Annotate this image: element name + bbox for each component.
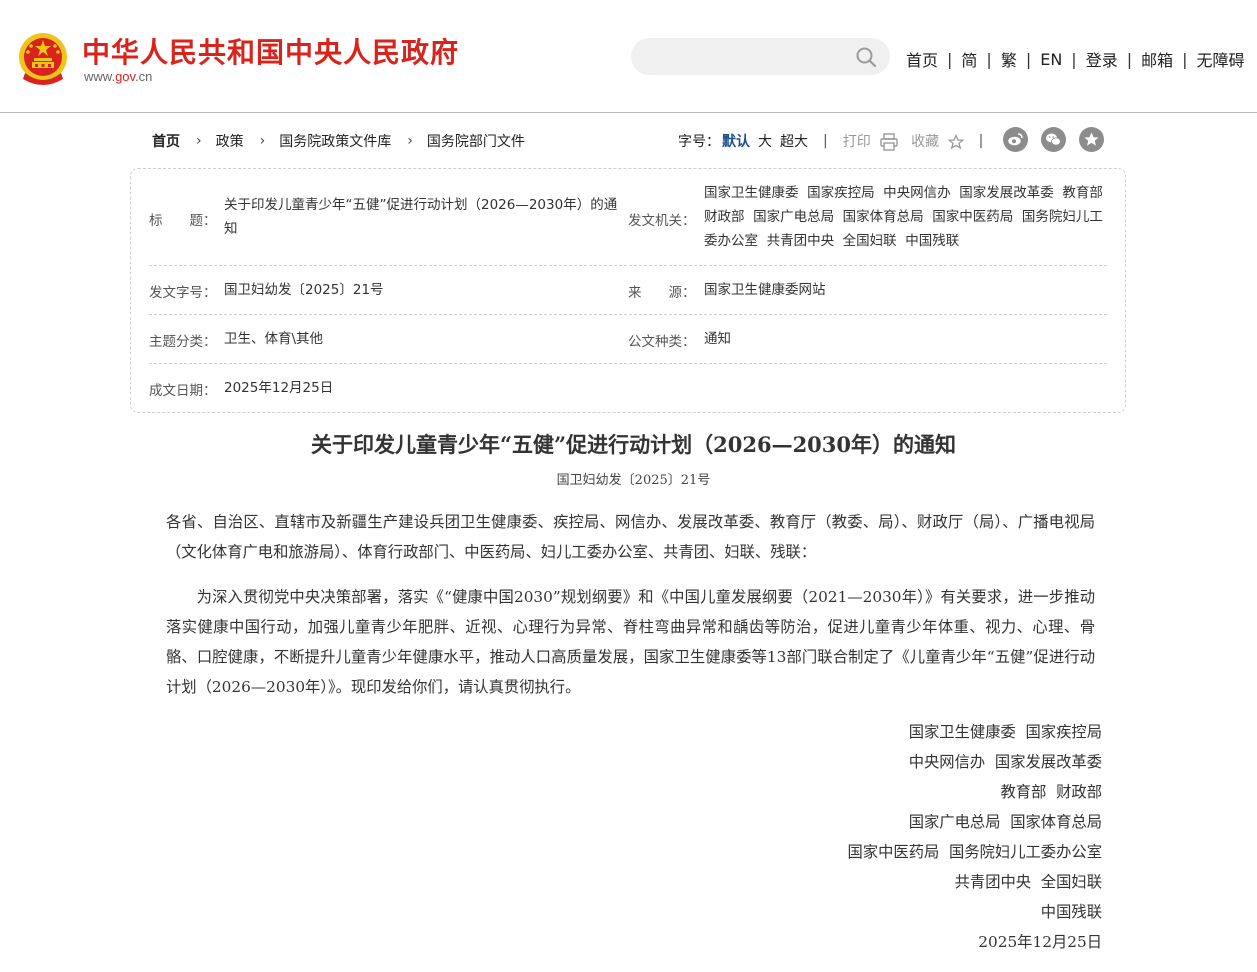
font-size-xlarge[interactable]: 超大 xyxy=(780,131,808,151)
title-value: 关于印发儿童青少年“五健”促进行动计划（2026—2030年）的通知 xyxy=(224,197,618,237)
wechat-share-button[interactable] xyxy=(1041,127,1066,152)
chevron-right-icon: › xyxy=(407,133,413,149)
nav-mail[interactable]: 邮箱 xyxy=(1141,47,1173,71)
breadcrumb-home[interactable]: 首页 xyxy=(152,131,180,151)
tools-separator: | xyxy=(978,133,984,149)
article-body-paragraph: 为深入贯彻党中央决策部署，落实《“健康中国2030”规划纲要》和《中国儿童发展纲… xyxy=(166,588,1095,696)
nav-login[interactable]: 登录 xyxy=(1086,47,1118,71)
national-emblem-icon[interactable] xyxy=(17,31,69,87)
issuer-value: 国家卫生健康委 国家疾控局 中央网信办 国家发展改革委 教育部 财政部 国家广电… xyxy=(704,185,1112,249)
nav-separator: | xyxy=(1126,49,1133,69)
site-header: 中华人民共和国中央人民政府 www.gov.cn 首页 | 简 | 繁 | EN… xyxy=(0,0,1257,113)
info-row-title: 标 题： 关于印发儿童青少年“五健”促进行动计划（2026—2030年）的通知 … xyxy=(149,169,1107,266)
source-label: 来 源： xyxy=(628,285,696,301)
search-box xyxy=(631,38,890,75)
star-icon xyxy=(1084,132,1099,146)
signing-date: 2025年12月25日 xyxy=(978,933,1102,951)
search-input[interactable] xyxy=(645,46,845,67)
info-row-docno: 发文字号： 国卫妇幼发〔2025〕21号 来 源： 国家卫生健康委网站 xyxy=(149,266,1107,315)
chevron-right-icon: › xyxy=(196,133,202,149)
nav-simplified[interactable]: 简 xyxy=(961,47,977,71)
source-value: 国家卫生健康委网站 xyxy=(704,282,826,298)
docno-value: 国卫妇幼发〔2025〕21号 xyxy=(224,282,384,298)
info-row-date: 成文日期： 2025年12月25日 xyxy=(149,364,1107,413)
nav-accessibility[interactable]: 无障碍 xyxy=(1197,47,1245,71)
printer-icon xyxy=(880,133,898,151)
title-label: 标 题： xyxy=(149,213,217,229)
date-label: 成文日期： xyxy=(149,383,217,399)
tools-separator: | xyxy=(823,133,828,149)
signer-line: 教育部 财政部 xyxy=(1000,783,1102,801)
font-size-large[interactable]: 大 xyxy=(758,131,772,151)
article-document-number: 国卫妇幼发〔2025〕21号 xyxy=(556,473,711,488)
domain-prefix: www. xyxy=(84,69,116,84)
domain-suffix: .cn xyxy=(135,69,153,84)
date-value: 2025年12月25日 xyxy=(224,380,334,396)
nav-separator: | xyxy=(1182,49,1188,69)
topic-value: 卫生、体育\其他 xyxy=(224,331,324,347)
site-domain: www.gov.cn xyxy=(84,69,152,84)
nav-separator: | xyxy=(1071,49,1077,69)
info-row-topic: 主题分类： 卫生、体育\其他 公文种类： 通知 xyxy=(149,315,1107,364)
breadcrumb-policy-library[interactable]: 国务院政策文件库 xyxy=(279,131,391,151)
issuer-label: 发文机关： xyxy=(628,213,696,229)
weibo-share-button[interactable] xyxy=(1003,127,1028,152)
star-outline-icon xyxy=(947,133,965,150)
chevron-right-icon: › xyxy=(259,133,266,149)
document-info-box: 标 题： 关于印发儿童青少年“五健”促进行动计划（2026—2030年）的通知 … xyxy=(130,168,1126,413)
signer-line: 国家中医药局 国务院妇儿工委办公室 xyxy=(847,843,1102,861)
breadcrumb-department-docs[interactable]: 国务院部门文件 xyxy=(427,131,525,151)
font-size-label: 字号： xyxy=(678,134,720,150)
site-title[interactable]: 中华人民共和国中央人民政府 xyxy=(82,31,459,71)
font-size-default[interactable]: 默认 xyxy=(722,131,750,151)
nav-separator: | xyxy=(947,49,953,69)
docno-label: 发文字号： xyxy=(149,285,217,301)
signer-line: 共青团中央 全国妇联 xyxy=(954,873,1102,891)
favorite-label: 收藏 xyxy=(911,134,940,150)
print-label: 打印 xyxy=(842,134,871,150)
signer-line: 中国残联 xyxy=(1040,903,1102,921)
nav-separator: | xyxy=(1025,49,1032,69)
domain-brand: gov xyxy=(115,69,136,84)
type-label: 公文种类： xyxy=(628,334,696,350)
breadcrumb-policy[interactable]: 政策 xyxy=(216,131,244,151)
print-button[interactable]: 打印 xyxy=(843,131,899,151)
wechat-icon xyxy=(1046,133,1061,146)
article-signatures: 国家卫生健康委 国家疾控局 中央网信办 国家发展改革委 教育部 财政部 国家广电… xyxy=(848,717,1102,957)
favorite-button[interactable]: 收藏 xyxy=(911,131,965,151)
type-value: 通知 xyxy=(704,331,731,347)
weibo-icon xyxy=(1008,133,1023,146)
nav-home[interactable]: 首页 xyxy=(906,47,938,71)
favorite-share-button[interactable] xyxy=(1079,127,1104,152)
article-title: 关于印发儿童青少年“五健”促进行动计划（2026—2030年）的通知 xyxy=(310,432,957,457)
nav-separator: | xyxy=(986,49,992,69)
topic-label: 主题分类： xyxy=(149,334,217,350)
signer-line: 国家卫生健康委 国家疾控局 xyxy=(908,723,1102,741)
signer-line: 国家广电总局 国家体育总局 xyxy=(908,813,1102,831)
article-salutation: 各省、自治区、直辖市及新疆生产建设兵团卫生健康委、疾控局、网信办、发展改革委、教… xyxy=(166,513,1095,561)
nav-english[interactable]: EN xyxy=(1040,50,1062,69)
search-icon[interactable] xyxy=(855,46,877,68)
nav-traditional[interactable]: 繁 xyxy=(1001,47,1017,71)
signer-line: 中央网信办 国家发展改革委 xyxy=(908,753,1102,771)
breadcrumb: 首页 › 政策 › 国务院政策文件库 › 国务院部门文件 xyxy=(152,131,525,151)
page-tools: 字号： 默认 大 超大 | 打印 收藏 | xyxy=(678,131,998,151)
top-navigation: 首页 | 简 | 繁 | EN | 登录 | 邮箱 | 无障碍 xyxy=(906,47,1245,71)
